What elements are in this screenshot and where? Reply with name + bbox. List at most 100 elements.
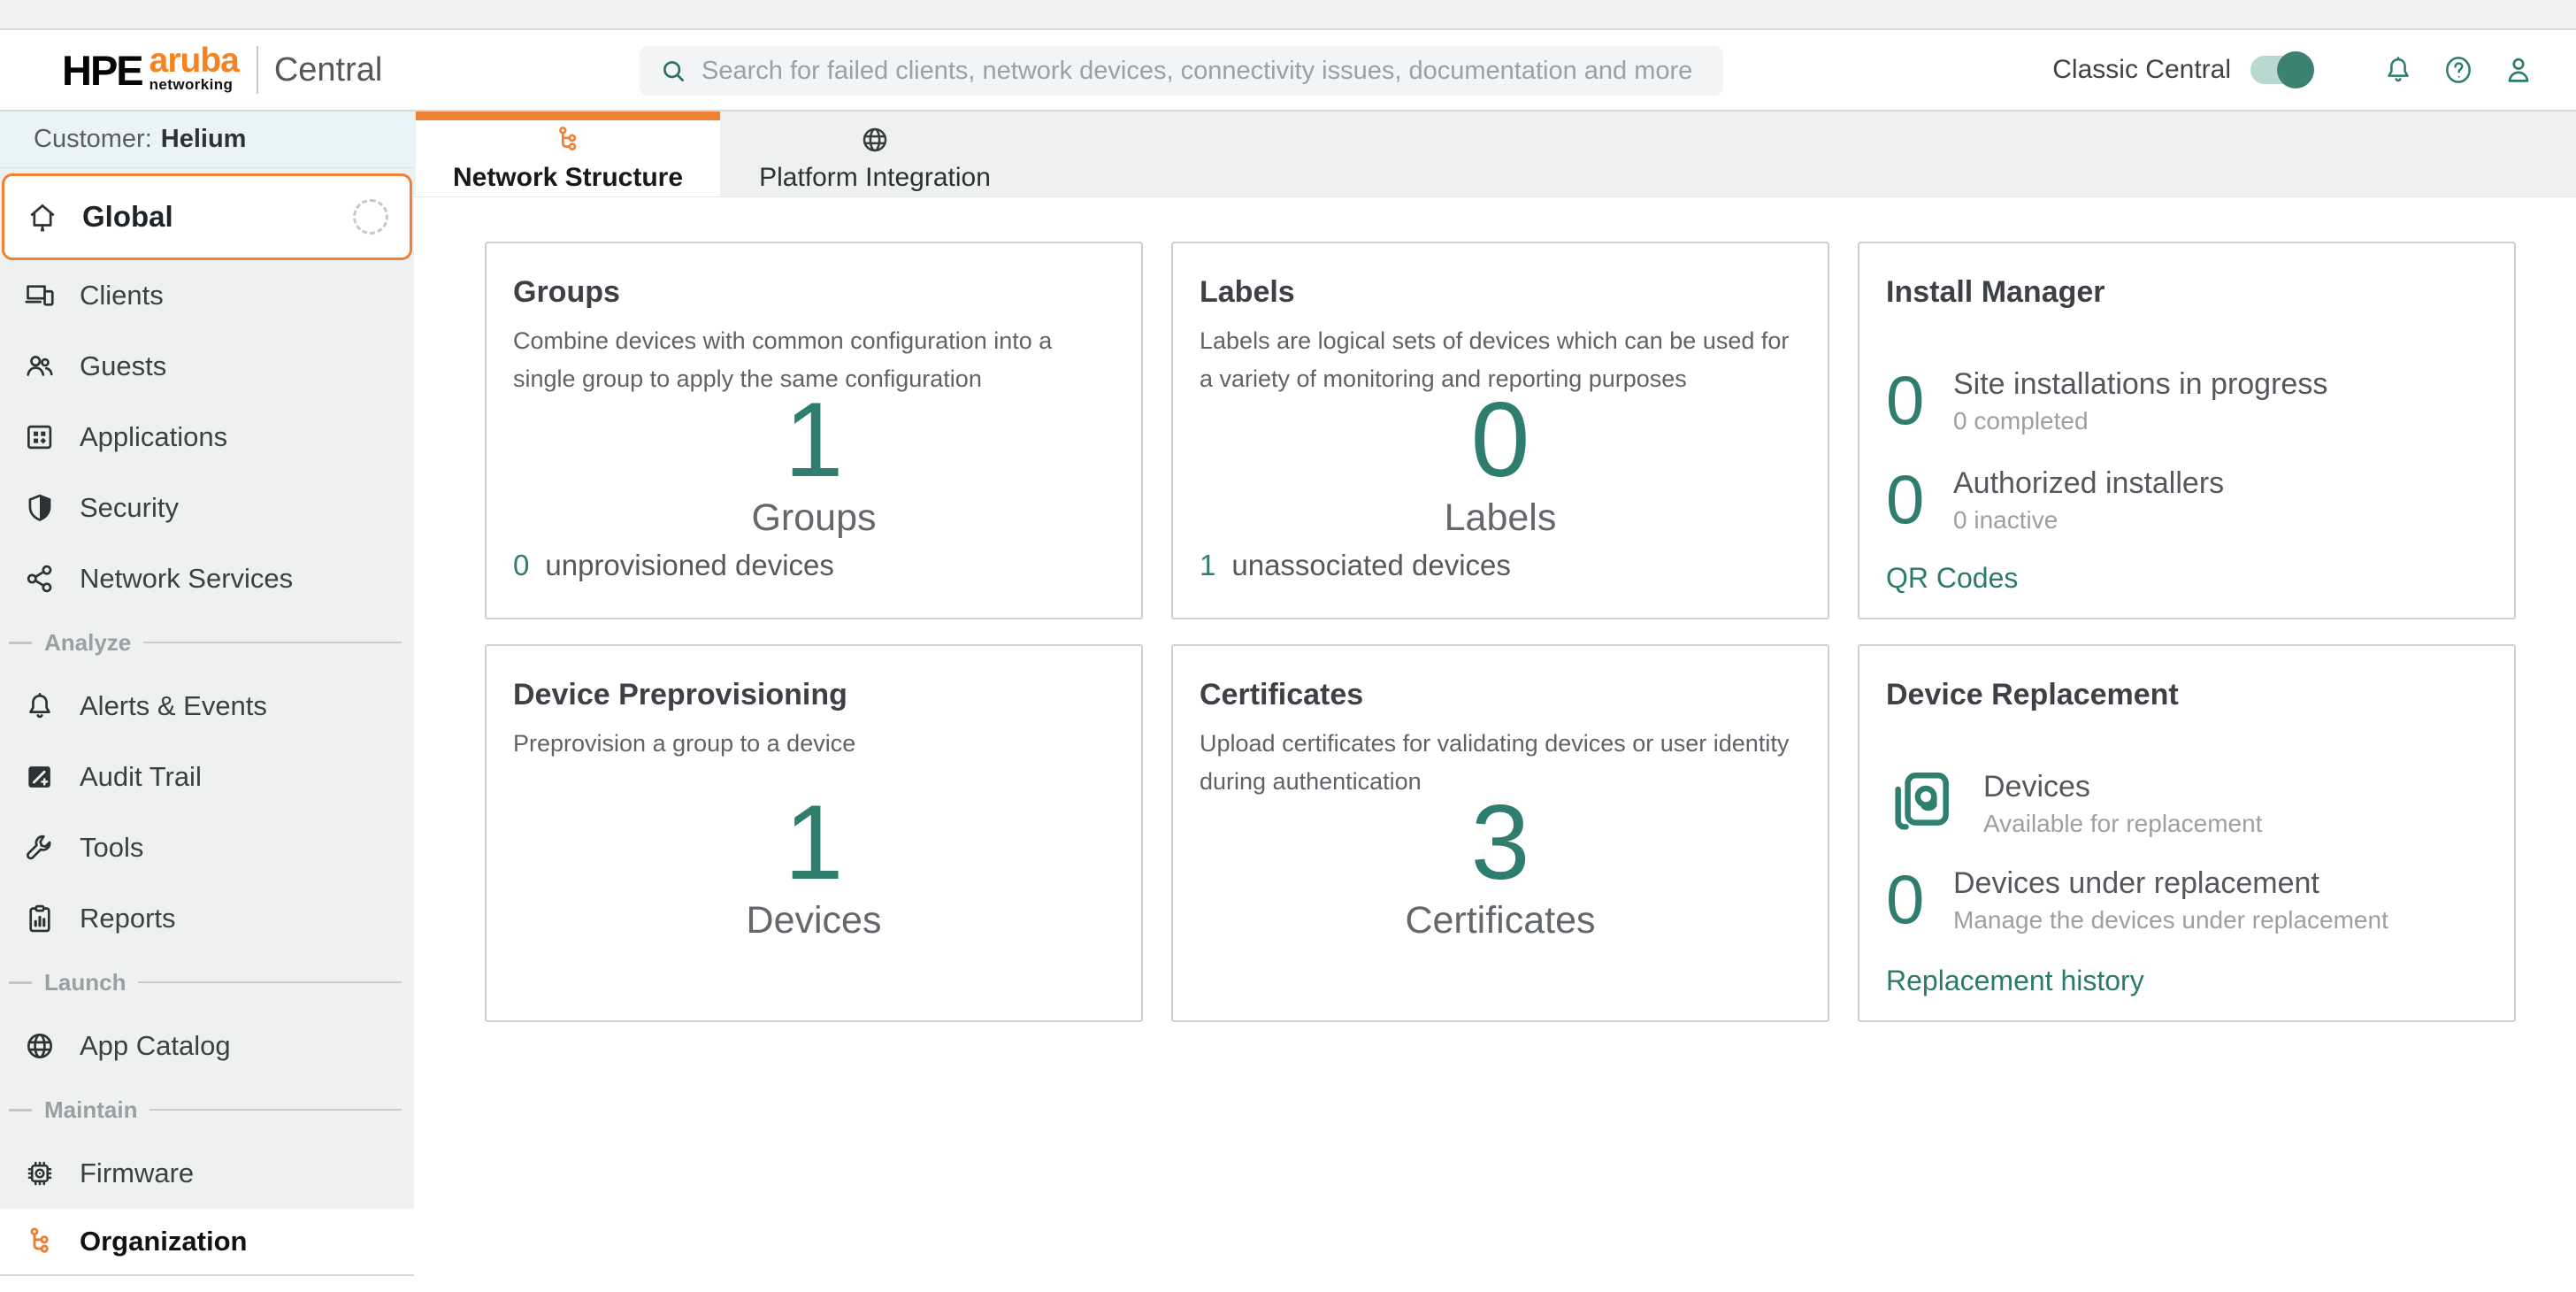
devices-under-replacement-stat: 0 Devices under replacement Manage the d… — [1886, 861, 2488, 937]
install-manager-stats: 0 Site installations in progress 0 compl… — [1886, 362, 2488, 537]
security-shield-icon — [23, 491, 57, 525]
tab-label: Network Structure — [453, 163, 683, 193]
device-search-icon — [1886, 765, 1959, 837]
sidebar-tail — [0, 1276, 414, 1292]
product-name: Central — [274, 51, 383, 89]
labels-count-block: 0 Labels — [1173, 396, 1828, 540]
organization-hierarchy-icon — [23, 1225, 57, 1258]
firmware-chip-icon — [23, 1157, 57, 1190]
groups-count-block: 1 Groups — [487, 396, 1141, 540]
certificates-count-block: 3 Certificates — [1173, 798, 1828, 942]
devices-available-stat: Devices Available for replacement — [1886, 765, 2488, 838]
reports-icon — [23, 902, 57, 935]
certificates-count-label: Certificates — [1405, 899, 1595, 942]
customer-banner: Customer: Helium — [0, 112, 414, 168]
home-network-icon — [26, 200, 59, 234]
notifications-bell-icon[interactable] — [2381, 53, 2415, 87]
classic-central-label: Classic Central — [2052, 55, 2231, 85]
clients-icon — [23, 279, 57, 312]
global-search[interactable] — [640, 46, 1723, 96]
sidebar-section-launch: Launch — [0, 954, 414, 1011]
search-input[interactable] — [702, 57, 1723, 86]
tab-label: Platform Integration — [759, 163, 991, 193]
section-rule — [9, 642, 32, 644]
customer-label: Customer: — [34, 125, 152, 154]
customer-name: Helium — [161, 125, 247, 154]
card-labels[interactable]: Labels Labels are logical sets of device… — [1171, 242, 1829, 619]
card-grid: Groups Combine devices with common confi… — [485, 242, 2576, 1022]
sidebar-item-tools[interactable]: Tools — [0, 812, 414, 883]
classic-central-toggle[interactable] — [2250, 56, 2312, 84]
browser-top-strip — [0, 0, 2576, 30]
qr-codes-link[interactable]: QR Codes — [1886, 562, 2018, 595]
sidebar-item-clients[interactable]: Clients — [0, 260, 414, 331]
globe-icon — [859, 124, 891, 156]
replacement-history-link[interactable]: Replacement history — [1886, 965, 2144, 997]
tools-wrench-icon — [23, 831, 57, 865]
card-groups[interactable]: Groups Combine devices with common confi… — [485, 242, 1143, 619]
card-title: Groups — [513, 243, 1115, 310]
section-rule — [9, 1109, 32, 1111]
tab-platform-integration[interactable]: Platform Integration — [720, 112, 1030, 196]
card-title: Device Replacement — [1886, 646, 2488, 712]
sidebar: Customer: Helium Global Clients Guests — [0, 112, 414, 1292]
help-icon[interactable] — [2442, 53, 2475, 87]
main-content: Groups Combine devices with common confi… — [414, 197, 2576, 1292]
card-device-preprovisioning[interactable]: Device Preprovisioning Preprovision a gr… — [485, 644, 1143, 1022]
section-rule — [143, 642, 402, 643]
loading-spinner-icon — [353, 199, 388, 235]
card-device-replacement[interactable]: Device Replacement Devices Available for… — [1858, 644, 2516, 1022]
aruba-logo: aruba networking — [150, 46, 239, 94]
sidebar-item-organization-active[interactable]: Organization — [0, 1209, 414, 1276]
sidebar-item-audit-trail[interactable]: Audit Trail — [0, 742, 414, 812]
sidebar-item-guests[interactable]: Guests — [0, 331, 414, 402]
sidebar-item-alerts-events[interactable]: Alerts & Events — [0, 671, 414, 742]
groups-count-label: Groups — [751, 496, 876, 540]
alerts-bell-icon — [23, 689, 57, 723]
device-replacement-stats: Devices Available for replacement 0 Devi… — [1886, 765, 2488, 937]
app-catalog-globe-icon — [23, 1029, 57, 1063]
sidebar-item-reports[interactable]: Reports — [0, 883, 414, 954]
card-title: Certificates — [1200, 646, 1801, 712]
unassociated-devices-link[interactable]: 1unassociated devices — [1200, 549, 1511, 582]
sidebar-item-security[interactable]: Security — [0, 473, 414, 543]
search-icon — [659, 57, 687, 85]
groups-count: 1 — [785, 396, 844, 484]
site-installations-stat: 0 Site installations in progress 0 compl… — [1886, 362, 2488, 438]
authorized-installers-stat: 0 Authorized installers 0 inactive — [1886, 461, 2488, 537]
network-services-icon — [23, 562, 57, 596]
unprovisioned-devices-link[interactable]: 0unprovisioned devices — [513, 549, 834, 582]
certificates-count: 3 — [1471, 798, 1530, 887]
sidebar-item-firmware[interactable]: Firmware — [0, 1138, 414, 1209]
sidebar-item-app-catalog[interactable]: App Catalog — [0, 1011, 414, 1081]
preprovisioning-count: 1 — [785, 798, 844, 887]
applications-icon — [23, 420, 57, 454]
section-rule — [138, 981, 402, 983]
tab-network-structure[interactable]: Network Structure — [416, 112, 720, 196]
app-header: HPE aruba networking Central Classic Cen… — [0, 30, 2576, 112]
sidebar-section-analyze: Analyze — [0, 614, 414, 671]
preprovisioning-count-block: 1 Devices — [487, 798, 1141, 942]
labels-count: 0 — [1471, 396, 1530, 484]
scope-label: Global — [82, 200, 173, 234]
app-window: HPE aruba networking Central Classic Cen… — [0, 0, 2576, 1292]
tab-bar: Network Structure Platform Integration — [414, 112, 2576, 197]
preprovisioning-count-label: Devices — [747, 899, 882, 942]
card-certificates[interactable]: Certificates Upload certificates for val… — [1171, 644, 1829, 1022]
section-rule — [9, 981, 32, 984]
card-title: Install Manager — [1886, 243, 2488, 310]
guests-icon — [23, 350, 57, 383]
card-title: Labels — [1200, 243, 1801, 310]
card-title: Device Preprovisioning — [513, 646, 1115, 712]
logo-divider — [257, 46, 258, 94]
scope-selector-global[interactable]: Global — [2, 173, 412, 260]
card-install-manager[interactable]: Install Manager 0 Site installations in … — [1858, 242, 2516, 619]
card-description: Preprovision a group to a device — [513, 725, 1115, 763]
sidebar-item-applications[interactable]: Applications — [0, 402, 414, 473]
user-account-icon[interactable] — [2502, 53, 2535, 87]
sidebar-section-maintain: Maintain — [0, 1081, 414, 1138]
sidebar-item-network-services[interactable]: Network Services — [0, 543, 414, 614]
header-controls: Classic Central — [2052, 30, 2535, 110]
network-structure-icon — [552, 124, 584, 156]
hpe-aruba-logo: HPE aruba networking Central — [62, 30, 382, 110]
